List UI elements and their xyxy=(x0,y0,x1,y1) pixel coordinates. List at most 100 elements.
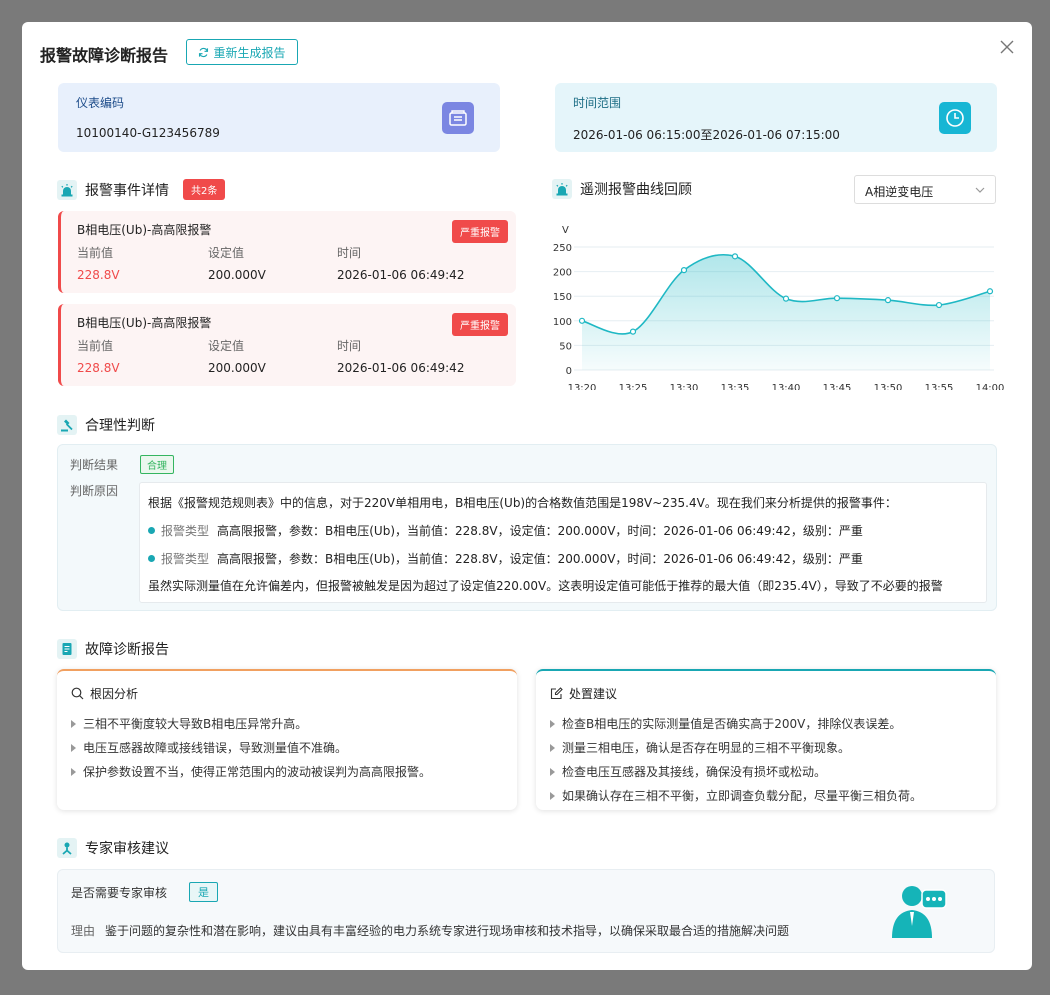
action-item: 检查电压互感器及其接线，确保没有损坏或松动。 xyxy=(550,763,826,780)
action-suggestion-header: 处置建议 xyxy=(550,685,617,702)
current-value: 228.8V xyxy=(77,361,120,375)
meter-code-card: 仪表编码 10100140-G123456789 xyxy=(58,83,500,152)
judgement-section-header: 合理性判断 xyxy=(57,415,155,435)
events-count-badge: 共2条 xyxy=(183,179,226,200)
expert-reason-text: 鉴于问题的复杂性和潜在影响，建议由具有丰富经验的电力系统专家进行现场审核和技术指… xyxy=(105,924,790,938)
expert-needed-label: 是否需要专家审核 xyxy=(71,886,168,900)
event-time-value: 2026-01-06 06:49:42 xyxy=(337,268,465,282)
bullet-dot xyxy=(148,527,155,534)
time-range-card: 时间范围 2026-01-06 06:15:00至2026-01-06 07:1… xyxy=(555,83,997,152)
root-cause-card: 根因分析 三相不平衡度较大导致B相电压异常升高。 电压互感器故障或接线错误，导致… xyxy=(57,669,517,810)
setpoint-value: 200.000V xyxy=(208,268,266,282)
gavel-icon xyxy=(57,415,77,435)
judgement-box: 判断结果 合理 判断原因 根据《报警规范规则表》中的信息，对于220V单相用电，… xyxy=(57,444,997,611)
root-cause-item: 电压互感器故障或接线错误，导致测量值不准确。 xyxy=(71,739,347,756)
chart-data-point[interactable] xyxy=(680,267,688,274)
chart-data-point[interactable] xyxy=(986,288,994,295)
x-tick-label: 13:20 xyxy=(568,383,597,390)
expert-section-title: 专家审核建议 xyxy=(85,841,169,857)
expert-review-icon xyxy=(57,838,77,858)
meter-code-label: 仪表编码 xyxy=(76,96,125,110)
events-section-header: 报警事件详情 共2条 xyxy=(57,179,226,200)
chart-data-point[interactable] xyxy=(578,317,586,324)
y-tick-label: 250 xyxy=(553,243,572,254)
root-cause-title: 根因分析 xyxy=(90,687,139,701)
time-label: 时间 xyxy=(337,246,362,260)
reason-intro: 根据《报警规范规则表》中的信息，对于220V单相用电，B相电压(Ub)的合格数值… xyxy=(148,496,897,510)
x-tick-label: 13:30 xyxy=(670,383,699,390)
close-button[interactable] xyxy=(996,36,1018,58)
action-item: 检查B相电压的实际测量值是否确实高于200V，排除仪表误差。 xyxy=(550,715,901,732)
regenerate-report-button[interactable]: 重新生成报告 xyxy=(186,39,298,65)
judgement-reason-box: 根据《报警规范规则表》中的信息，对于220V单相用电，B相电压(Ub)的合格数值… xyxy=(139,482,987,603)
event-time-value: 2026-01-06 06:49:42 xyxy=(337,361,465,375)
triangle-bullet-icon xyxy=(550,792,555,800)
current-value-label: 当前值 xyxy=(77,339,114,353)
curve-section-header: 遥测报警曲线回顾 xyxy=(552,179,692,199)
action-suggestion-title: 处置建议 xyxy=(569,687,618,701)
report-modal: 报警故障诊断报告 重新生成报告 仪表编码 10100140-G123456789… xyxy=(22,22,1032,970)
x-tick-label: 13:35 xyxy=(721,383,750,390)
reason-conclusion: 虽然实际测量值在允许偏差内，但报警被触发是因为超过了设定值220.00V。这表明… xyxy=(148,579,943,593)
setpoint-label: 设定值 xyxy=(208,246,245,260)
action-text: 检查电压互感器及其接线，确保没有损坏或松动。 xyxy=(562,765,827,779)
triangle-bullet-icon xyxy=(550,744,555,752)
page-title: 报警故障诊断报告 xyxy=(40,46,169,65)
y-axis-label: V xyxy=(562,225,569,236)
root-cause-text: 电压互感器故障或接线错误，导致测量值不准确。 xyxy=(83,741,348,755)
time-range-label: 时间范围 xyxy=(573,96,622,110)
action-text: 检查B相电压的实际测量值是否确实高于200V，排除仪表误差。 xyxy=(562,717,902,731)
event-type-label: 报警类型 xyxy=(161,524,210,538)
signal-select-value: A相逆变电压 xyxy=(865,185,934,199)
event-type-text: 高高限报警，参数：B相电压(Ub)，当前值：228.8V，设定值：200.000… xyxy=(217,524,863,538)
judgement-reason-label: 判断原因 xyxy=(70,484,119,498)
events-section-title: 报警事件详情 xyxy=(85,182,169,199)
setpoint-value: 200.000V xyxy=(208,361,266,375)
current-value-label: 当前值 xyxy=(77,246,114,260)
triangle-bullet-icon xyxy=(71,744,76,752)
event-type-label: 报警类型 xyxy=(161,552,210,566)
expert-needed-badge: 是 xyxy=(189,882,218,902)
alarm-event-name: B相电压(Ub)-高高限报警 xyxy=(77,316,212,330)
alarm-event-name: B相电压(Ub)-高高限报警 xyxy=(77,223,212,237)
x-tick-label: 13:45 xyxy=(823,383,852,390)
judgement-section-title: 合理性判断 xyxy=(85,418,155,434)
reason-event-item: 报警类型 高高限报警，参数：B相电压(Ub)，当前值：228.8V，设定值：200… xyxy=(148,522,863,539)
alarm-event-card[interactable]: B相电压(Ub)-高高限报警 严重报警 当前值 设定值 时间 228.8V 20… xyxy=(58,304,516,386)
chart-data-point[interactable] xyxy=(731,253,739,260)
signal-select[interactable]: A相逆变电压 xyxy=(854,175,996,204)
chart-data-point[interactable] xyxy=(782,295,790,302)
root-cause-item: 保护参数设置不当，使得正常范围内的波动被误判为高高限报警。 xyxy=(71,763,431,780)
alarm-event-card[interactable]: B相电压(Ub)-高高限报警 严重报警 当前值 设定值 时间 228.8V 20… xyxy=(58,211,516,293)
chart-data-point[interactable] xyxy=(935,301,943,309)
current-value: 228.8V xyxy=(77,268,120,282)
time-range-value: 2026-01-06 06:15:00至2026-01-06 07:15:00 xyxy=(573,128,840,142)
triangle-bullet-icon xyxy=(71,720,76,728)
chart-data-point[interactable] xyxy=(833,295,841,302)
diagnosis-section-title: 故障诊断报告 xyxy=(85,642,169,658)
severity-badge: 严重报警 xyxy=(452,313,508,336)
telemetry-chart: 0 50 100 150 200 250 V 13:20 13:25 13:30 13:35 13:4… xyxy=(553,225,1005,390)
diagnosis-section-header: 故障诊断报告 xyxy=(57,639,169,659)
y-tick-label: 150 xyxy=(553,292,572,303)
root-cause-item: 三相不平衡度较大导致B相电压异常升高。 xyxy=(71,715,307,732)
setpoint-label: 设定值 xyxy=(208,339,245,353)
triangle-bullet-icon xyxy=(550,768,555,776)
meter-icon xyxy=(442,102,474,134)
triangle-bullet-icon xyxy=(71,768,76,776)
chart-data-point[interactable] xyxy=(884,297,892,304)
judgement-result-badge: 合理 xyxy=(140,455,174,474)
action-text: 如果确认存在三相不平衡，立即调查负载分配，尽量平衡三相负荷。 xyxy=(562,789,923,803)
expert-review-box: 是否需要专家审核 是 理由 鉴于问题的复杂性和潜在影响，建议由具有丰富经验的电力… xyxy=(57,869,995,953)
chart-data-point[interactable] xyxy=(629,328,637,335)
y-tick-label: 0 xyxy=(566,366,572,377)
root-cause-text: 保护参数设置不当，使得正常范围内的波动被误判为高高限报警。 xyxy=(83,765,432,779)
document-icon xyxy=(57,639,77,659)
x-tick-label: 13:50 xyxy=(874,383,903,390)
root-cause-text: 三相不平衡度较大导致B相电压异常升高。 xyxy=(83,717,308,731)
reason-event-item: 报警类型 高高限报警，参数：B相电压(Ub)，当前值：228.8V，设定值：200… xyxy=(148,550,863,567)
chevron-down-icon xyxy=(975,187,985,193)
x-tick-label: 13:55 xyxy=(925,383,954,390)
bullet-dot xyxy=(148,555,155,562)
root-cause-header: 根因分析 xyxy=(71,685,138,702)
